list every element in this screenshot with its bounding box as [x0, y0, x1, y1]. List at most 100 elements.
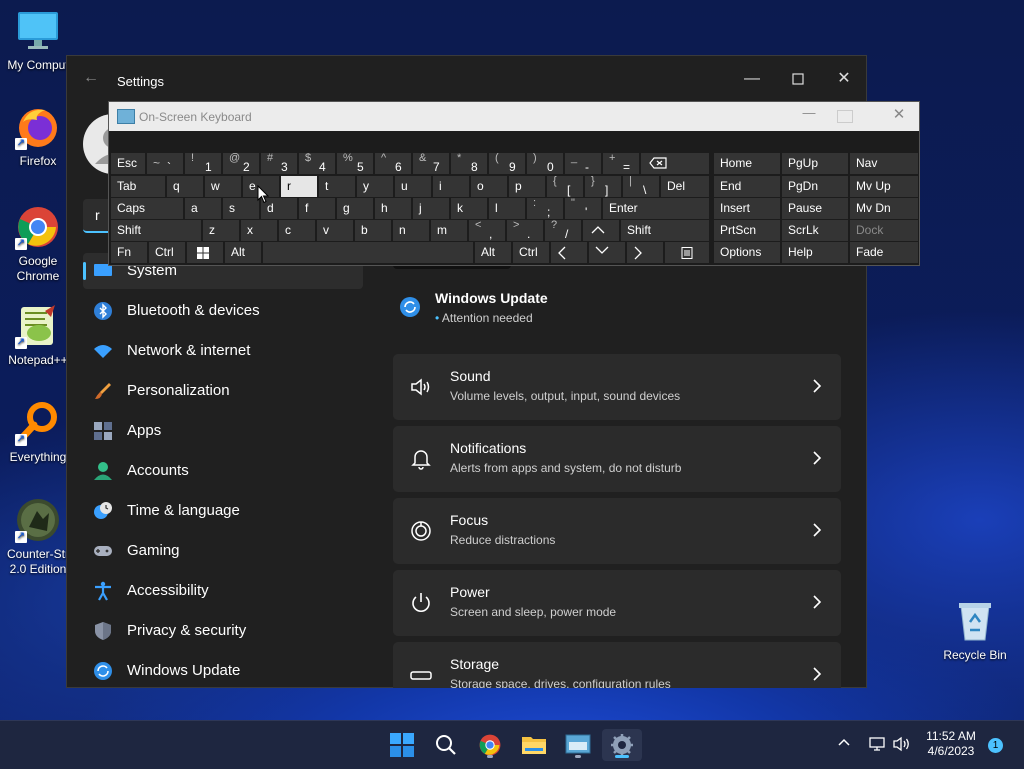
key-shift-right[interactable]: Shift — [621, 220, 709, 241]
key-menu[interactable] — [665, 242, 709, 263]
key-pgup[interactable]: PgUp — [782, 153, 848, 174]
key-arrow-down[interactable] — [589, 242, 625, 263]
key-del[interactable]: Del — [661, 176, 709, 197]
key-8[interactable]: * 8 — [451, 152, 487, 174]
key-help[interactable]: Help — [782, 242, 848, 263]
close-button[interactable]: ✕ — [821, 64, 867, 94]
key-h[interactable]: h — [375, 198, 411, 219]
key-comma[interactable]: <, — [469, 219, 505, 241]
start-button[interactable] — [382, 729, 422, 761]
key-g[interactable]: g — [337, 198, 373, 219]
network-icon[interactable] — [868, 735, 886, 753]
osk-titlebar[interactable]: On-Screen Keyboard — ✕ — [109, 102, 919, 131]
key-3[interactable]: #3 — [261, 152, 297, 174]
key-u[interactable]: u — [395, 176, 431, 197]
key-y[interactable]: y — [357, 176, 393, 197]
key-t[interactable]: t — [319, 176, 355, 197]
key-shift-left[interactable]: Shift — [111, 220, 201, 241]
taskbar-on-screen-keyboard[interactable] — [558, 729, 598, 761]
key-enter[interactable]: Enter — [603, 198, 709, 219]
key-5[interactable]: % 5 — [337, 152, 373, 174]
key-o[interactable]: o — [471, 176, 507, 197]
key-insert[interactable]: Insert — [714, 198, 780, 219]
nav-item-network[interactable]: Network & internet — [83, 333, 363, 369]
key-end[interactable]: End — [714, 176, 780, 197]
key-arrow-up[interactable] — [583, 220, 619, 241]
key-ctrl-right[interactable]: Ctrl — [513, 242, 549, 263]
key-alt-left[interactable]: Alt — [225, 242, 261, 263]
key-p[interactable]: p — [509, 176, 545, 197]
taskbar-settings[interactable] — [602, 729, 642, 761]
desktop-icon-firefox[interactable]: ↗ Firefox — [0, 104, 76, 169]
key-minus[interactable]: _ - — [565, 152, 601, 174]
taskbar-chrome[interactable] — [470, 729, 510, 761]
key-mv-up[interactable]: Mv Up — [850, 176, 918, 197]
key-b[interactable]: b — [355, 220, 391, 241]
search-input-value[interactable]: r — [95, 207, 100, 223]
key-scrlk[interactable]: ScrLk — [782, 220, 848, 241]
key-0[interactable]: ) 0 — [527, 152, 563, 174]
key-mv-dn[interactable]: Mv Dn — [850, 198, 918, 219]
key-f[interactable]: f — [299, 198, 335, 219]
key-a[interactable]: a — [185, 198, 221, 219]
desktop-icon-chrome[interactable]: ↗ Google Chrome — [0, 204, 76, 284]
minimize-button[interactable]: — — [729, 64, 775, 94]
key-z[interactable]: z — [203, 220, 239, 241]
nav-item-accounts[interactable]: Accounts — [83, 453, 363, 489]
key-7[interactable]: & 7 — [413, 152, 449, 174]
key-x[interactable]: x — [241, 220, 277, 241]
clock[interactable]: 11:52 AM 4/6/2023 — [918, 729, 984, 759]
key-2[interactable]: @2 — [223, 152, 259, 174]
taskbar-search-button[interactable] — [426, 729, 466, 761]
nav-item-accessibility[interactable]: Accessibility — [83, 573, 363, 609]
key-bracket-left[interactable]: {[ — [547, 175, 583, 197]
desktop-icon-counter-strike[interactable]: ↗ Counter-Str 2.0 Edition — [0, 497, 76, 577]
key-space[interactable] — [263, 242, 473, 263]
card-power[interactable]: Power Screen and sleep, power mode — [393, 570, 841, 636]
chevron-up-icon[interactable] — [836, 735, 852, 751]
key-equals[interactable]: + = — [603, 152, 639, 174]
key-tab[interactable]: Tab — [111, 176, 165, 197]
key-s[interactable]: s — [223, 198, 259, 219]
key-windows[interactable] — [187, 242, 223, 263]
key-w[interactable]: w — [205, 176, 241, 197]
key-v[interactable]: v — [317, 220, 353, 241]
nav-item-time-language[interactable]: Time & language — [83, 493, 363, 529]
key-nav[interactable]: Nav — [850, 153, 918, 174]
osk-close-button[interactable]: ✕ — [884, 105, 914, 123]
card-sound[interactable]: Sound Volume levels, output, input, soun… — [393, 354, 841, 420]
key-esc[interactable]: Esc — [111, 153, 145, 174]
key-quote[interactable]: " ' — [565, 197, 601, 219]
key-6[interactable]: ^ 6 — [375, 152, 411, 174]
key-backspace[interactable] — [641, 153, 709, 174]
card-focus[interactable]: Focus Reduce distractions — [393, 498, 841, 564]
key-l[interactable]: l — [489, 198, 525, 219]
key-j[interactable]: j — [413, 198, 449, 219]
key-semicolon[interactable]: :; — [527, 197, 563, 219]
taskbar-file-explorer[interactable] — [514, 729, 554, 761]
key-caps[interactable]: Caps — [111, 198, 183, 219]
key-m[interactable]: m — [431, 220, 467, 241]
notification-badge[interactable]: 1 — [988, 738, 1003, 753]
key-r[interactable]: r — [281, 176, 317, 197]
key-tilde[interactable]: ~ ` — [147, 153, 183, 174]
key-1[interactable]: ! 1 — [185, 152, 221, 174]
key-options[interactable]: Options — [714, 242, 780, 263]
key-pgdn[interactable]: PgDn — [782, 176, 848, 197]
maximize-button[interactable] — [775, 64, 821, 94]
key-k[interactable]: k — [451, 198, 487, 219]
key-ctrl-left[interactable]: Ctrl — [149, 242, 185, 263]
volume-icon[interactable] — [892, 735, 912, 753]
key-pause[interactable]: Pause — [782, 198, 848, 219]
key-period[interactable]: >. — [507, 219, 543, 241]
card-storage[interactable]: Storage Storage space, drives, configura… — [393, 642, 841, 688]
desktop-icon-recycle-bin[interactable]: Recycle Bin — [937, 598, 1013, 663]
key-backslash[interactable]: | \ — [623, 175, 659, 197]
key-home[interactable]: Home — [714, 153, 780, 174]
key-q[interactable]: q — [167, 176, 203, 197]
key-slash[interactable]: ? / — [545, 219, 581, 241]
desktop-icon-notepad-plus-plus[interactable]: ↗ Notepad++ — [0, 303, 76, 368]
nav-item-privacy-security[interactable]: Privacy & security — [83, 613, 363, 649]
desktop-icon-everything[interactable]: ↗ Everything — [0, 400, 76, 465]
key-arrow-left[interactable] — [551, 242, 587, 263]
